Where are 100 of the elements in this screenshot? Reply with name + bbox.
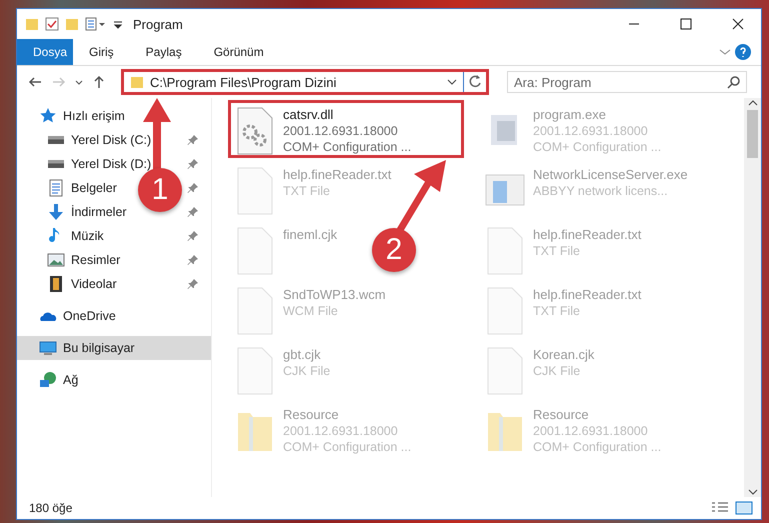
sidebar-item[interactable]: Resimler bbox=[17, 248, 126, 272]
file-icon bbox=[485, 287, 525, 335]
sidebar-label: İndirmeler bbox=[71, 205, 127, 219]
address-bar[interactable]: C:\Program Files\Program Dizini bbox=[121, 69, 489, 95]
sidebar-item[interactable]: Belgeler bbox=[17, 176, 123, 200]
file-detail: COM+ Configuration ... bbox=[283, 440, 412, 454]
drive-icon bbox=[47, 136, 65, 144]
file-detail: COM+ Configuration ... bbox=[533, 140, 662, 154]
sidebar-label: Belgeler bbox=[71, 181, 117, 195]
gear-file-icon bbox=[235, 107, 275, 155]
pin-icon[interactable] bbox=[187, 158, 199, 170]
sidebar-label: Resimler bbox=[71, 253, 120, 267]
file-icon bbox=[235, 287, 275, 335]
file-detail: TXT File bbox=[533, 244, 581, 258]
sidebar-label: Ağ bbox=[63, 373, 78, 387]
sidebar-item[interactable]: Hızlı erişim bbox=[17, 104, 131, 128]
scrollbar-thumb[interactable] bbox=[747, 110, 758, 158]
pin-icon[interactable] bbox=[187, 206, 199, 218]
file-detail: ABBYY network licens... bbox=[533, 184, 669, 198]
sidebar-label: Bu bilgisayar bbox=[63, 341, 135, 355]
file-name: Resource bbox=[283, 407, 340, 422]
window-title: Program bbox=[133, 16, 184, 32]
sidebar-label: Videolar bbox=[71, 277, 117, 291]
item-count: 180 öğe bbox=[29, 501, 74, 515]
sidebar-item[interactable]: Videolar bbox=[17, 272, 123, 296]
picture-icon bbox=[47, 251, 65, 269]
file-name: gbt.cjk bbox=[283, 347, 322, 362]
file-detail: TXT File bbox=[283, 184, 331, 198]
file-icon bbox=[235, 227, 275, 275]
address-path: C:\Program Files\Program Dizini bbox=[150, 74, 338, 90]
annotation-arrow bbox=[397, 160, 446, 232]
file-icon bbox=[235, 167, 275, 215]
sidebar-item[interactable]: OneDrive bbox=[17, 304, 122, 328]
file-icon bbox=[485, 347, 525, 395]
sidebar-item[interactable]: Yerel Disk (C:) bbox=[17, 128, 158, 152]
sidebar-label: Müzik bbox=[71, 229, 104, 243]
sidebar-item[interactable]: İndirmeler bbox=[17, 200, 133, 224]
file-name: NetworkLicenseServer.exe bbox=[533, 167, 688, 182]
file-detail: 2001.12.6931.18000 bbox=[283, 424, 399, 438]
pin-icon[interactable] bbox=[187, 254, 199, 266]
document-icon bbox=[47, 179, 65, 197]
file-icon bbox=[485, 227, 525, 275]
sidebar-label: OneDrive bbox=[63, 309, 116, 323]
file-name: Resource bbox=[533, 407, 590, 422]
file-detail: COM+ Configuration ... bbox=[283, 140, 412, 154]
chevron-down-icon bbox=[719, 49, 731, 55]
ribbon-tab[interactable]: Paylaş bbox=[130, 39, 198, 65]
file-name: help.fineReader.txt bbox=[533, 287, 642, 302]
scroll-down-icon[interactable] bbox=[748, 487, 758, 497]
file-name: SndToWP13.wcm bbox=[283, 287, 386, 302]
pin-icon[interactable] bbox=[187, 230, 199, 242]
file-detail: WCM File bbox=[283, 304, 339, 318]
properties-icon[interactable] bbox=[85, 17, 107, 31]
file-detail: 2001.12.6931.18000 bbox=[533, 424, 649, 438]
computer-icon bbox=[39, 339, 57, 357]
close-icon bbox=[732, 18, 744, 30]
file-detail: 2001.12.6931.18000 bbox=[533, 124, 649, 138]
file-name: help.fineReader.txt bbox=[533, 227, 642, 242]
file-name: fineml.cjk bbox=[283, 227, 338, 242]
dropdown-icon[interactable] bbox=[447, 77, 457, 87]
film-icon bbox=[47, 275, 65, 293]
file-detail: COM+ Configuration ... bbox=[533, 440, 662, 454]
ribbon-tab[interactable]: Görünüm bbox=[198, 39, 280, 65]
file-menu-tab[interactable]: Dosya bbox=[17, 39, 73, 65]
scrollbar[interactable] bbox=[744, 98, 761, 497]
folder-icon bbox=[130, 75, 144, 89]
star-icon bbox=[39, 107, 57, 125]
ribbon-tab[interactable]: Giriş bbox=[73, 39, 130, 65]
sidebar-label: Yerel Disk (C:) bbox=[71, 133, 152, 147]
maximize-icon bbox=[680, 18, 692, 30]
scroll-up-icon[interactable] bbox=[748, 98, 758, 108]
network-icon bbox=[39, 371, 57, 389]
file-name: help.fineReader.txt bbox=[283, 167, 392, 182]
pin-icon[interactable] bbox=[187, 182, 199, 194]
file-name: program.exe bbox=[533, 107, 607, 122]
file-detail: TXT File bbox=[533, 304, 581, 318]
pin-icon[interactable] bbox=[187, 278, 199, 290]
minimize-icon bbox=[628, 23, 640, 25]
recent-locations-button[interactable] bbox=[73, 78, 85, 86]
sidebar-item[interactable]: Bu bilgisayar bbox=[17, 336, 211, 360]
file-name: Korean.cjk bbox=[533, 347, 594, 362]
file-icon bbox=[235, 347, 275, 395]
search-field[interactable]: Ara: Program bbox=[507, 71, 747, 93]
file-detail: 2001.12.6931.18000 bbox=[283, 124, 399, 138]
file-detail: CJK File bbox=[283, 364, 330, 378]
sidebar-item[interactable]: Ağ bbox=[17, 368, 84, 392]
search-icon[interactable] bbox=[727, 75, 741, 89]
sidebar-item[interactable]: Müzik bbox=[17, 224, 110, 248]
chevron-down-icon bbox=[75, 80, 83, 84]
pin-icon[interactable] bbox=[187, 134, 199, 146]
large-icons-view-icon[interactable] bbox=[735, 501, 753, 515]
download-arrow-icon bbox=[47, 203, 65, 221]
checklist-icon[interactable] bbox=[45, 17, 59, 31]
sidebar-label: Yerel Disk (D:) bbox=[71, 157, 152, 171]
file-item[interactable]: catsrv.dll 2001.12.6931.18000 COM+ Configuration ... bbox=[228, 100, 464, 158]
sidebar-label: Hızlı erişim bbox=[63, 109, 125, 123]
help-icon bbox=[735, 44, 751, 60]
file-detail: CJK File bbox=[533, 364, 582, 378]
file-name: catsrv.dll bbox=[283, 107, 334, 122]
drive-icon bbox=[47, 160, 65, 168]
